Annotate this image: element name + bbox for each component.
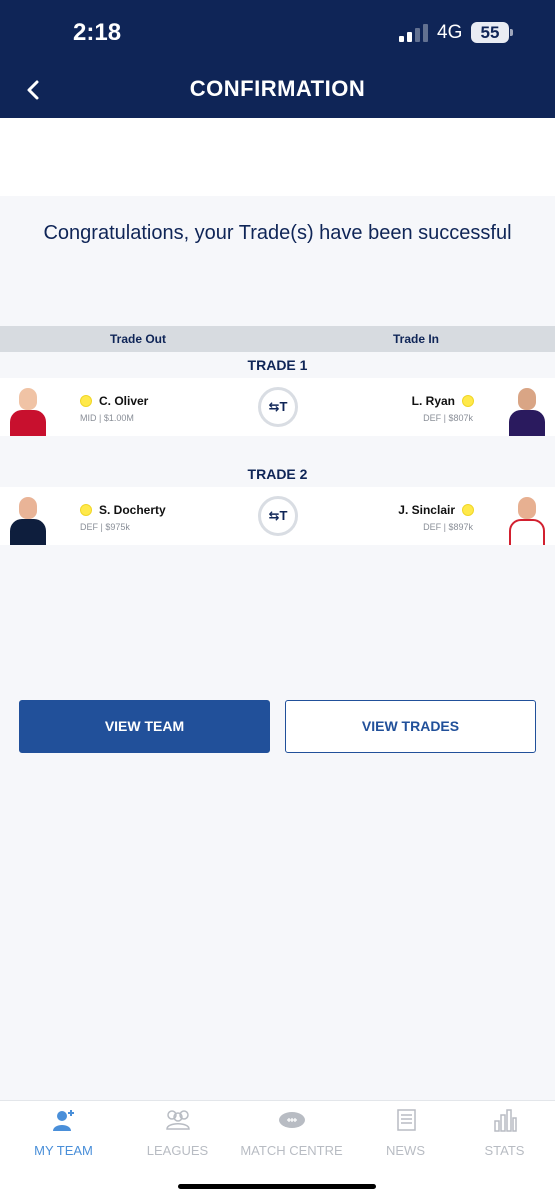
tab-label: LEAGUES: [146, 1143, 209, 1158]
view-team-button[interactable]: VIEW TEAM: [19, 700, 270, 753]
group-icon: [165, 1110, 190, 1130]
network-type: 4G: [437, 22, 463, 43]
player-status-dot-icon: [462, 395, 474, 407]
tab-stats[interactable]: STATS: [449, 1101, 555, 1171]
app-header: 2:18 4G 55 CONFIRMATION: [0, 0, 555, 118]
trade-swap-icon: ⇆T: [258, 387, 298, 427]
home-indicator: [178, 1184, 376, 1189]
trade-row[interactable]: S. Docherty DEF | $975k ⇆T J. Sinclair D…: [0, 487, 555, 545]
player-status-dot-icon: [80, 395, 92, 407]
success-message: Congratulations, your Trade(s) have been…: [43, 222, 512, 244]
news-icon: [396, 1109, 416, 1131]
page-title: CONFIRMATION: [189, 76, 366, 101]
tab-news[interactable]: NEWS: [350, 1101, 461, 1171]
player-out-name: S. Docherty: [99, 503, 166, 517]
player-photo-in: [507, 495, 547, 545]
tab-label: MATCH CENTRE: [240, 1143, 343, 1158]
cellular-signal-icon: [399, 24, 428, 42]
battery-icon: 55: [471, 22, 509, 43]
player-photo-out: [8, 495, 48, 545]
player-in-meta: DEF | $897k: [423, 522, 473, 532]
tab-label: MY TEAM: [34, 1143, 93, 1158]
player-in-meta: DEF | $807k: [423, 413, 473, 423]
player-out-meta: MID | $1.00M: [80, 413, 134, 423]
player-out-meta: DEF | $975k: [80, 522, 130, 532]
football-icon: [278, 1112, 305, 1128]
trade-swap-icon: ⇆T: [258, 496, 298, 536]
swap-arrows-icon: ⇆: [268, 399, 280, 414]
player-photo-in: [507, 386, 547, 436]
trade-in-heading: Trade In: [393, 332, 440, 346]
swap-arrows-icon: ⇆: [268, 508, 280, 523]
tab-match-centre[interactable]: MATCH CENTRE: [236, 1101, 347, 1171]
trade-out-heading: Trade Out: [110, 332, 167, 346]
player-photo-out: [8, 386, 48, 436]
battery-tip: [510, 29, 513, 36]
tab-leagues[interactable]: LEAGUES: [122, 1101, 233, 1171]
player-in-name: L. Ryan: [411, 394, 455, 408]
trade-row[interactable]: C. Oliver MID | $1.00M ⇆T L. Ryan DEF | …: [0, 378, 555, 436]
status-time: 2:18: [73, 19, 122, 46]
tab-label: STATS: [484, 1143, 525, 1158]
player-in-name: J. Sinclair: [398, 503, 455, 517]
user-icon: [52, 1110, 74, 1131]
trade-label: TRADE 2: [247, 466, 308, 482]
bar-chart-icon: [493, 1109, 517, 1132]
tab-my-team[interactable]: MY TEAM: [8, 1101, 119, 1171]
header-spacer: [0, 118, 555, 196]
trade-column-header: Trade Out Trade In: [0, 326, 555, 352]
trade-label: TRADE 1: [247, 357, 308, 373]
player-status-dot-icon: [462, 504, 474, 516]
player-out-name: C. Oliver: [99, 394, 149, 408]
view-trades-button[interactable]: VIEW TRADES: [285, 700, 536, 753]
tab-label: NEWS: [386, 1143, 425, 1158]
player-status-dot-icon: [80, 504, 92, 516]
